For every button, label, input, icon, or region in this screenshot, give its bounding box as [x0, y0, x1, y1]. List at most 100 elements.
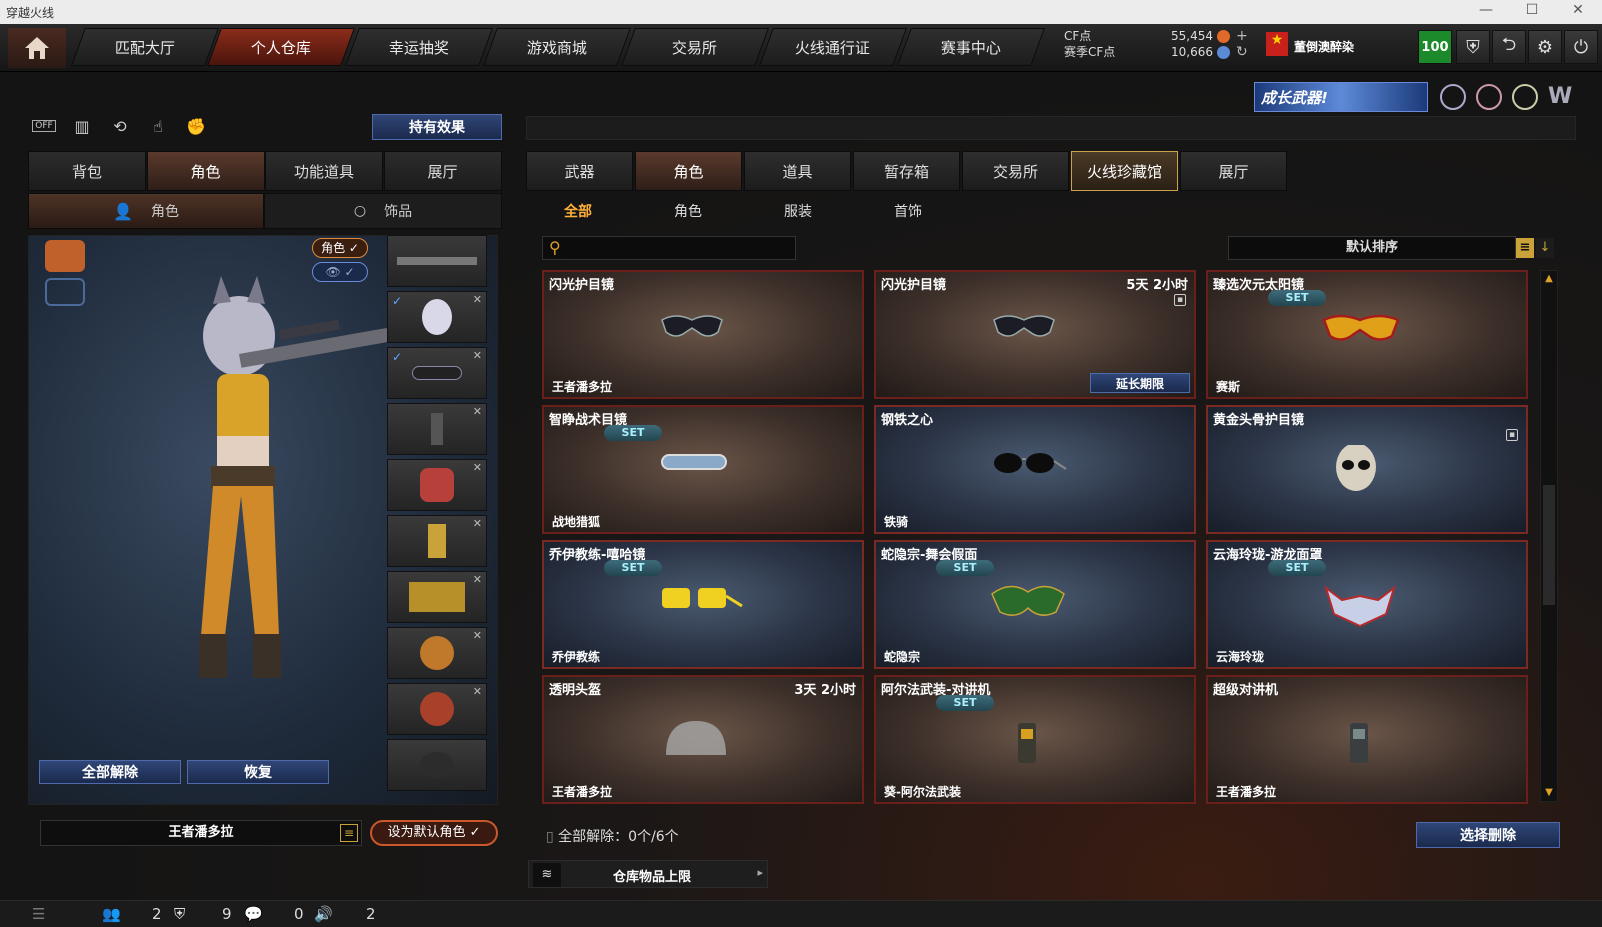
role-type-icon[interactable] — [45, 240, 85, 272]
gear-icon[interactable]: ⚙ — [1528, 30, 1562, 64]
item-card[interactable]: 阿尔法武装-对讲机 SET 葵-阿尔法武装 — [874, 675, 1196, 804]
growth-weapon-banner[interactable]: 成长武器! — [1254, 82, 1428, 112]
item-card[interactable]: 透明头盔 3天 2小时 王者潘多拉 — [542, 675, 864, 804]
shield-icon[interactable]: ⛨ — [1456, 30, 1490, 64]
right-tab-1[interactable]: 角色 — [635, 151, 742, 191]
character-preview[interactable]: 角色 ✓ 👁 ✓ ✓ ✕ ✓ ✕ ✕ ✕ ✕ ✕ ✕ ✕ 全部解除 恢复 — [28, 235, 498, 805]
nav-tab-1[interactable]: 个人仓库 — [207, 28, 355, 66]
item-card[interactable]: 钢铁之心 铁骑 — [874, 405, 1196, 534]
nav-tab-0[interactable]: 匹配大厅 — [71, 28, 219, 66]
scrollbar[interactable]: ▲ ▼ — [1540, 270, 1558, 802]
fist-icon[interactable]: ✊ — [182, 112, 210, 140]
item-name: 超级对讲机 — [1213, 683, 1279, 698]
slot-empty[interactable] — [387, 739, 487, 791]
w-icon[interactable]: W — [1548, 84, 1574, 110]
set-default-role-button[interactable]: 设为默认角色 ✓ — [370, 820, 498, 846]
select-delete-button[interactable]: 选择删除 — [1416, 822, 1560, 848]
lock-icon[interactable]: ▪ — [1174, 294, 1186, 306]
minimize-button[interactable]: — — [1466, 2, 1506, 22]
scroll-thumb[interactable] — [1543, 485, 1555, 605]
right-tab-6[interactable]: 展厅 — [1180, 151, 1287, 191]
left-tab-1[interactable]: 角色 — [146, 151, 265, 191]
slot-charm[interactable]: ✕ — [387, 515, 487, 567]
nav-tab-3[interactable]: 游戏商城 — [483, 28, 631, 66]
right-tab-2[interactable]: 道具 — [744, 151, 851, 191]
history-icon[interactable]: ⟲ — [106, 112, 134, 140]
item-card[interactable]: 智睁战术目镜 SET 战地猎狐 — [542, 405, 864, 534]
sort-dropdown[interactable]: 默认排序 — [1228, 236, 1516, 260]
sound-icon[interactable]: 🔊 — [314, 905, 333, 923]
right-subtab-0[interactable]: 全部 — [528, 198, 628, 224]
item-card[interactable]: 蛇隐宗-舞会假面 SET 蛇隐宗 — [874, 540, 1196, 669]
slot-head[interactable]: ✓ ✕ — [387, 291, 487, 343]
slot-weapon[interactable] — [387, 235, 487, 287]
slot-badge-2[interactable]: ✕ — [387, 683, 487, 735]
badge-icon-2[interactable] — [1476, 84, 1502, 110]
slot-glasses[interactable]: ✓ ✕ — [387, 347, 487, 399]
right-subtab-1[interactable]: 角色 — [638, 198, 738, 224]
toggle-off-icon[interactable]: OFF — [30, 112, 58, 140]
nav-tab-4[interactable]: 交易所 — [621, 28, 769, 66]
right-tab-5[interactable]: 火线珍藏馆 — [1071, 151, 1178, 191]
search-box[interactable]: ⚲ — [542, 236, 796, 260]
scroll-up-icon[interactable]: ▲ — [1543, 273, 1555, 285]
return-icon[interactable]: ⮌ — [1492, 30, 1526, 64]
item-image — [990, 580, 1080, 640]
left-tab-3[interactable]: 展厅 — [383, 151, 502, 191]
item-image — [990, 445, 1080, 505]
chat-icon[interactable]: 💬 — [244, 905, 263, 923]
power-icon[interactable]: ⏻ — [1564, 30, 1598, 64]
slot-radio[interactable]: ✕ — [387, 403, 487, 455]
right-tab-3[interactable]: 暂存箱 — [853, 151, 960, 191]
sort-direction-icon[interactable]: ↓ — [1536, 238, 1554, 258]
left-tab-2[interactable]: 功能道具 — [265, 151, 383, 191]
sort-list-icon[interactable]: ≡ — [1516, 238, 1534, 258]
lock-icon[interactable]: ▪ — [1506, 429, 1518, 441]
right-tab-0[interactable]: 武器 — [526, 151, 633, 191]
pointer-icon[interactable]: ☝ — [144, 112, 172, 140]
clan-icon[interactable]: ⛨ — [174, 905, 185, 923]
badge-icon-3[interactable] — [1512, 84, 1538, 110]
alt-role-icon[interactable] — [45, 278, 85, 306]
capacity-bar[interactable]: ≋ 仓库物品上限 ▸ — [528, 860, 768, 888]
item-card[interactable]: 闪光护目镜 5天 2小时 ▪ 延长期限 — [874, 270, 1196, 399]
badge-icon-1[interactable] — [1440, 84, 1466, 110]
expand-icon[interactable]: ▸ — [757, 866, 763, 879]
right-tab-4[interactable]: 交易所 — [962, 151, 1069, 191]
chart-icon[interactable]: ▥ — [68, 112, 96, 140]
subtab-accessory[interactable]: ○ 饰品 — [264, 193, 502, 229]
item-card[interactable]: 黄金头骨护目镜 ▪ — [1206, 405, 1528, 534]
right-subtab-2[interactable]: 服装 — [748, 198, 848, 224]
slot-belt[interactable]: ✕ — [387, 571, 487, 623]
item-card[interactable]: 乔伊教练-嘻哈镜 SET 乔伊教练 — [542, 540, 864, 669]
nav-tab-6[interactable]: 赛事中心 — [897, 28, 1045, 66]
close-button[interactable]: ✕ — [1558, 2, 1598, 22]
restore-button[interactable]: 恢复 — [187, 760, 329, 784]
list-icon[interactable]: ≡ — [340, 824, 358, 842]
slot-backpack[interactable]: ✕ — [387, 459, 487, 511]
item-image — [990, 310, 1080, 370]
item-card[interactable]: 闪光护目镜 王者潘多拉 — [542, 270, 864, 399]
unequip-all-button[interactable]: 全部解除 — [39, 760, 181, 784]
slot-badge-1[interactable]: ✕ — [387, 627, 487, 679]
subtab-role[interactable]: 👤 角色 — [28, 193, 264, 229]
nav-tab-5[interactable]: 火线通行证 — [759, 28, 907, 66]
search-input[interactable] — [571, 239, 791, 257]
hold-effect-button[interactable]: 持有效果 — [372, 114, 502, 140]
friends-icon[interactable]: 👥 — [102, 905, 121, 923]
home-button[interactable] — [8, 28, 66, 68]
left-tab-0[interactable]: 背包 — [28, 151, 146, 191]
extend-button[interactable]: 延长期限 — [1090, 373, 1190, 393]
role-badge[interactable]: 角色 ✓ — [312, 238, 368, 258]
maximize-button[interactable]: ☐ — [1512, 2, 1552, 22]
item-card[interactable]: 超级对讲机 王者潘多拉 — [1206, 675, 1528, 804]
add-cf-button[interactable]: + ↻ — [1236, 28, 1248, 60]
menu-icon[interactable]: ☰ — [32, 905, 45, 923]
username[interactable]: 董倒澳醉染 — [1294, 38, 1354, 55]
level-badge[interactable]: 100 — [1418, 30, 1452, 64]
right-subtab-3[interactable]: 首饰 — [858, 198, 958, 224]
item-card[interactable]: 臻选次元太阳镜 SET 赛斯 — [1206, 270, 1528, 399]
item-card[interactable]: 云海玲珑-游龙面罩 SET 云海玲珑 — [1206, 540, 1528, 669]
scroll-down-icon[interactable]: ▼ — [1543, 787, 1555, 799]
nav-tab-2[interactable]: 幸运抽奖 — [345, 28, 493, 66]
